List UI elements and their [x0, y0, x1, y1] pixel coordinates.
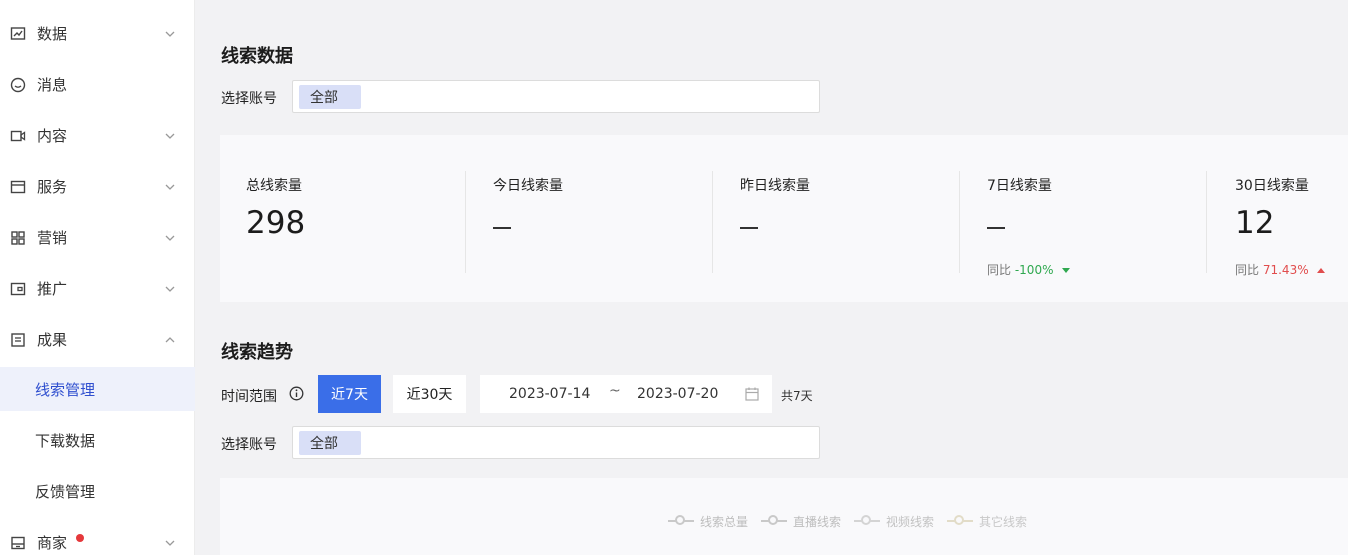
sidebar-item-marketing[interactable]: 营销	[0, 212, 195, 263]
sidebar-subitem-label: 下载数据	[35, 431, 96, 450]
empty-value-dash	[740, 227, 758, 229]
compare-value: 71.43%	[1262, 263, 1309, 277]
sidebar-item-data[interactable]: 数据	[0, 8, 195, 59]
chevron-down-icon	[165, 29, 175, 39]
legend-label: 其它线索	[979, 514, 1028, 529]
legend-marker	[668, 514, 694, 528]
sidebar-subitem-label: 线索管理	[35, 380, 96, 399]
sidebar-item-label: 服务	[37, 178, 68, 196]
notification-badge	[76, 534, 84, 542]
empty-value-dash	[493, 227, 511, 229]
date-separator: ~	[609, 383, 621, 399]
grid-icon	[10, 230, 26, 246]
time-range-label: 时间范围	[221, 389, 277, 405]
stat-label: 今日线索量	[493, 178, 563, 194]
stat-label: 7日线索量	[987, 178, 1052, 194]
date-range-picker[interactable]: 2023-07-14 ~ 2023-07-20	[480, 375, 772, 413]
account-select[interactable]: 全部	[292, 80, 820, 113]
account-select-label: 选择账号	[221, 91, 277, 107]
chevron-down-icon	[165, 182, 175, 192]
sidebar-subitem-feedback[interactable]: 反馈管理	[0, 469, 195, 513]
sidebar-item-label: 数据	[37, 25, 68, 43]
stat-compare: 同比 -100%	[987, 261, 1071, 278]
chevron-down-icon	[165, 233, 175, 243]
legend-total-leads[interactable]: 线索总量	[668, 514, 749, 529]
trend-account-select[interactable]: 全部	[292, 426, 820, 459]
document-icon	[10, 332, 26, 348]
sidebar-subitem-lead-management[interactable]: 线索管理	[0, 367, 195, 411]
stat-7day-leads: 7日线索量 同比 -100%	[987, 135, 1207, 302]
range-30-days-button[interactable]: 近30天	[393, 375, 466, 413]
stat-today-leads: 今日线索量	[493, 135, 713, 302]
compare-label: 同比	[1235, 263, 1260, 277]
trend-up-icon	[1317, 268, 1326, 273]
sidebar-item-service[interactable]: 服务	[0, 161, 195, 212]
sidebar-item-label: 内容	[37, 127, 68, 145]
stat-label: 30日线索量	[1235, 178, 1309, 194]
legend-other-leads[interactable]: 其它线索	[947, 514, 1028, 529]
legend-marker	[947, 514, 973, 528]
message-icon	[10, 77, 26, 93]
chevron-down-icon	[165, 284, 175, 294]
wallet-icon	[10, 281, 26, 297]
range-7-days-button[interactable]: 近7天	[318, 375, 381, 413]
legend-marker	[761, 514, 787, 528]
compare-label: 同比	[987, 263, 1012, 277]
lead-data-title: 线索数据	[221, 46, 293, 67]
chart-icon	[10, 26, 26, 42]
sidebar-item-label: 营销	[37, 229, 68, 247]
stat-label: 昨日线索量	[740, 178, 810, 194]
trend-chart-area: 线索总量 直播线索 视频线索 其它线索	[220, 478, 1348, 555]
sidebar-item-merchant[interactable]: 商家	[0, 517, 195, 555]
legend-live-leads[interactable]: 直播线索	[761, 514, 842, 529]
stats-card: 总线索量 298 今日线索量 昨日线索量 7日线索量 同比 -100% 30日线…	[220, 135, 1348, 302]
legend-label: 视频线索	[886, 514, 935, 529]
divider	[959, 171, 960, 273]
trend-down-icon	[1062, 268, 1071, 273]
legend-label: 直播线索	[793, 514, 842, 529]
sidebar-item-label: 商家	[37, 534, 68, 552]
sidebar: 数据 消息 内容 服务 营销 推广 成果 线索管理 下载数据 反馈管理 商家	[0, 0, 195, 555]
chevron-down-icon	[165, 538, 175, 548]
compare-value: -100%	[1014, 263, 1054, 277]
sidebar-item-content[interactable]: 内容	[0, 110, 195, 161]
stat-yesterday-leads: 昨日线索量	[740, 135, 960, 302]
sidebar-item-promotion[interactable]: 推广	[0, 263, 195, 314]
sidebar-item-messages[interactable]: 消息	[0, 59, 195, 110]
video-icon	[10, 128, 26, 144]
stat-value: 298	[246, 205, 306, 241]
store-icon	[10, 535, 26, 551]
calendar-icon[interactable]	[744, 386, 760, 402]
legend-video-leads[interactable]: 视频线索	[854, 514, 935, 529]
legend-marker	[854, 514, 880, 528]
chevron-down-icon	[165, 131, 175, 141]
stat-compare: 同比 71.43%	[1235, 261, 1326, 278]
sidebar-item-label: 推广	[37, 280, 68, 298]
sidebar-item-results[interactable]: 成果	[0, 314, 195, 365]
stat-label: 总线索量	[246, 178, 302, 194]
sidebar-item-label: 成果	[37, 331, 68, 349]
info-icon[interactable]	[289, 386, 304, 401]
sidebar-subitem-label: 反馈管理	[35, 482, 96, 501]
chevron-up-icon	[165, 335, 175, 345]
stat-total-leads: 总线索量 298	[246, 135, 466, 302]
divider	[465, 171, 466, 273]
lead-trend-title: 线索趋势	[221, 342, 293, 363]
account-tag[interactable]: 全部	[299, 85, 361, 109]
sidebar-subitem-download-data[interactable]: 下载数据	[0, 418, 195, 462]
date-span-text: 共7天	[781, 389, 813, 403]
account-tag[interactable]: 全部	[299, 431, 361, 455]
stat-30day-leads: 30日线索量 12 同比 71.43%	[1235, 135, 1348, 302]
divider	[712, 171, 713, 273]
sidebar-item-label: 消息	[37, 76, 68, 94]
legend-label: 线索总量	[700, 514, 749, 529]
divider	[1206, 171, 1207, 273]
empty-value-dash	[987, 227, 1005, 229]
trend-account-select-label: 选择账号	[221, 437, 277, 453]
start-date[interactable]: 2023-07-14	[509, 386, 590, 402]
stat-value: 12	[1235, 205, 1275, 241]
window-icon	[10, 179, 26, 195]
end-date[interactable]: 2023-07-20	[637, 386, 718, 402]
